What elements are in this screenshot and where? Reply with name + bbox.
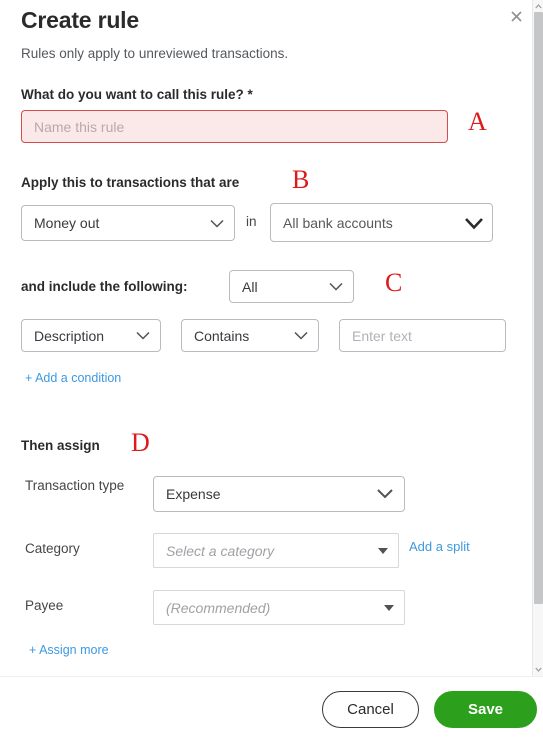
cancel-button[interactable]: Cancel [322, 691, 419, 728]
chevron-down-icon [136, 331, 150, 340]
chevron-down-icon [376, 488, 394, 500]
transaction-type-value: Expense [166, 486, 221, 502]
assign-more-link[interactable]: + Assign more [29, 643, 109, 657]
close-icon[interactable] [508, 8, 524, 24]
category-select[interactable]: Select a category [153, 533, 399, 568]
annotation-b: B [292, 165, 310, 194]
panel-content: Create rule Rules only apply to unreview… [0, 0, 532, 676]
condition-field-select[interactable]: Description [21, 319, 161, 352]
condition-text-input[interactable]: Enter text [339, 319, 506, 352]
page-title: Create rule [21, 7, 139, 33]
payee-placeholder: (Recommended) [166, 599, 271, 616]
create-rule-panel: Create rule Rules only apply to unreview… [0, 0, 543, 739]
condition-field-value: Description [34, 327, 105, 344]
category-placeholder: Select a category [166, 542, 275, 559]
connector-label: in [246, 214, 257, 229]
transaction-type-select[interactable]: Expense [153, 476, 405, 512]
category-label: Category [25, 541, 80, 556]
chevron-down-icon[interactable] [533, 664, 543, 675]
bank-account-select[interactable]: All bank accounts [270, 203, 493, 242]
transaction-type-label: Transaction type [25, 478, 125, 493]
include-following-label: and include the following: [21, 279, 188, 294]
money-direction-select[interactable]: Money out [21, 205, 235, 241]
chevron-down-icon [329, 282, 343, 291]
match-type-select[interactable]: All [229, 270, 354, 303]
rule-name-input[interactable]: Name this rule [21, 110, 448, 143]
annotation-c: C [385, 268, 403, 297]
apply-to-label: Apply this to transactions that are [21, 175, 240, 190]
payee-label: Payee [25, 598, 64, 613]
chevron-down-icon [464, 217, 483, 229]
vertical-scrollbar[interactable] [532, 0, 543, 676]
caret-down-icon [384, 604, 394, 611]
chevron-up-icon[interactable] [533, 1, 543, 12]
page-subtitle: Rules only apply to unreviewed transacti… [21, 46, 289, 61]
save-button[interactable]: Save [434, 691, 537, 728]
condition-operator-select[interactable]: Contains [181, 319, 319, 352]
rule-name-label: What do you want to call this rule? * [21, 87, 253, 102]
scrollbar-thumb[interactable] [534, 12, 543, 604]
add-condition-link[interactable]: + Add a condition [25, 371, 121, 385]
money-direction-value: Money out [34, 215, 100, 231]
caret-down-icon [378, 547, 388, 554]
payee-select[interactable]: (Recommended) [153, 590, 405, 625]
bank-account-value: All bank accounts [283, 214, 393, 231]
rule-name-placeholder: Name this rule [34, 118, 125, 135]
chevron-down-icon [294, 331, 308, 340]
annotation-a: A [468, 107, 487, 136]
condition-text-placeholder: Enter text [352, 327, 412, 344]
condition-operator-value: Contains [194, 327, 250, 344]
then-assign-heading: Then assign [21, 438, 100, 453]
dialog-footer: Cancel Save [0, 676, 543, 739]
add-split-link[interactable]: Add a split [409, 539, 470, 554]
annotation-d: D [131, 428, 150, 457]
match-type-value: All [242, 278, 258, 295]
chevron-down-icon [210, 219, 224, 228]
